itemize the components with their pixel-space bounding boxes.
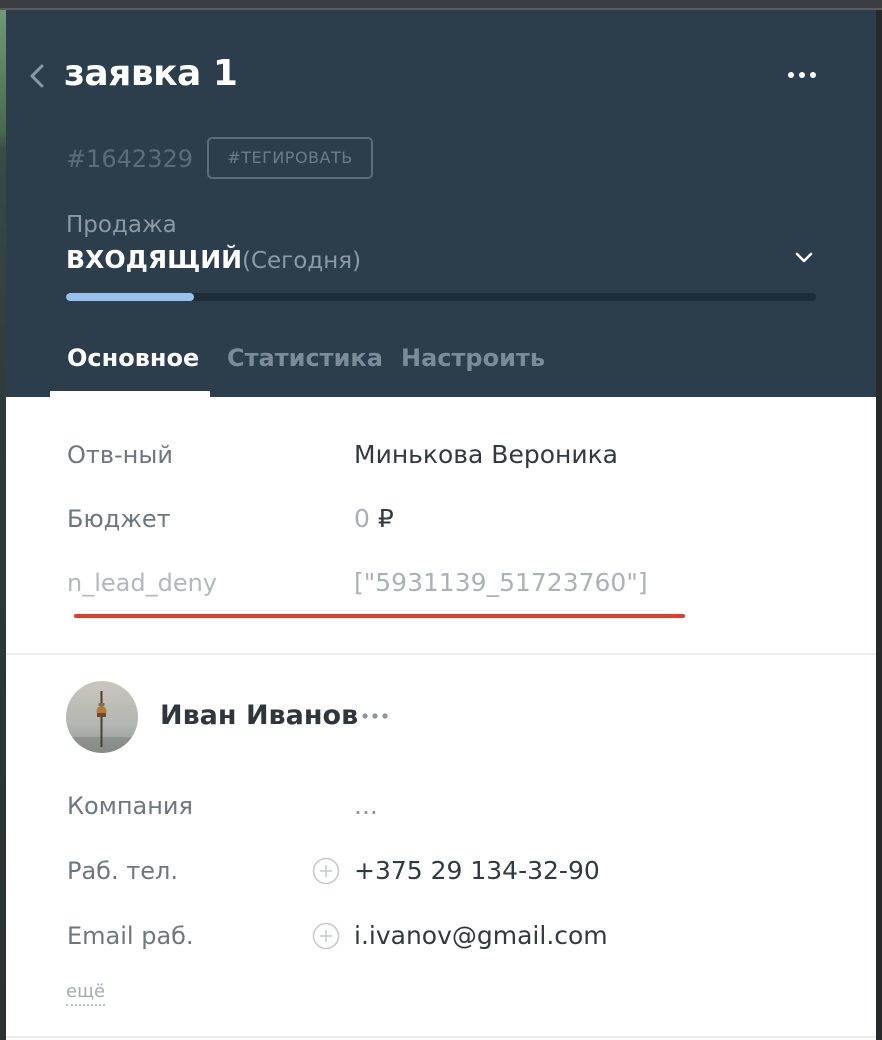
section-divider (6, 1036, 876, 1038)
highlight-underline (74, 614, 685, 618)
active-tab-indicator (50, 391, 210, 399)
chevron-down-icon[interactable] (792, 248, 816, 268)
chevron-left-icon[interactable] (26, 62, 48, 90)
tag-button[interactable]: #ТЕГИРОВАТЬ (207, 137, 373, 179)
lead-title[interactable]: заявка 1 (64, 50, 238, 98)
plus-circle-icon[interactable] (312, 922, 340, 950)
budget-field[interactable]: 0 ₽ (354, 502, 394, 536)
more-horizontal-icon[interactable] (360, 708, 390, 724)
lead-card-panel: заявка 1 #1642329 #ТЕГИРОВАТЬ Продажа ВХ… (6, 10, 876, 1040)
status-progress-bar (66, 293, 816, 301)
work-email-label: Email раб. (67, 922, 194, 950)
budget-label: Бюджет (67, 505, 171, 533)
responsible-label: Отв-ный (67, 441, 173, 469)
section-divider (6, 653, 876, 655)
tab-settings[interactable]: Настроить (401, 338, 545, 378)
contact-name[interactable]: Иван Иванов (160, 698, 358, 734)
lead-id: #1642329 (66, 145, 193, 173)
avatar[interactable] (66, 681, 138, 753)
work-email-value[interactable]: i.ivanov@gmail.com (354, 919, 608, 953)
plus-circle-icon[interactable] (312, 857, 340, 885)
tab-statistics[interactable]: Статистика (227, 338, 383, 378)
company-value[interactable]: ... (354, 789, 378, 823)
tab-main[interactable]: Основное (67, 338, 199, 378)
currency-symbol: ₽ (377, 504, 394, 533)
responsible-value[interactable]: Минькова Вероника (354, 438, 618, 472)
work-phone-value[interactable]: +375 29 134-32-90 (354, 854, 600, 888)
work-phone-label: Раб. тел. (67, 857, 178, 885)
status-date: (Сегодня) (242, 248, 362, 274)
company-label: Компания (67, 792, 193, 820)
pipeline-name: Продажа (66, 212, 177, 238)
lead-header: заявка 1 #1642329 #ТЕГИРОВАТЬ Продажа ВХ… (6, 10, 876, 399)
custom-field-label: n_lead_deny (67, 569, 217, 597)
more-horizontal-icon[interactable] (786, 65, 820, 85)
show-more-link[interactable]: ещё (66, 980, 106, 1006)
background-right-edge (876, 10, 882, 1040)
budget-value: 0 (354, 504, 370, 533)
status-name[interactable]: ВХОДЯЩИЙ (66, 243, 242, 277)
status-progress-fill (66, 293, 194, 301)
custom-field-value[interactable]: ["5931139_51723760"] (354, 566, 648, 600)
window-top-bar (0, 0, 882, 10)
